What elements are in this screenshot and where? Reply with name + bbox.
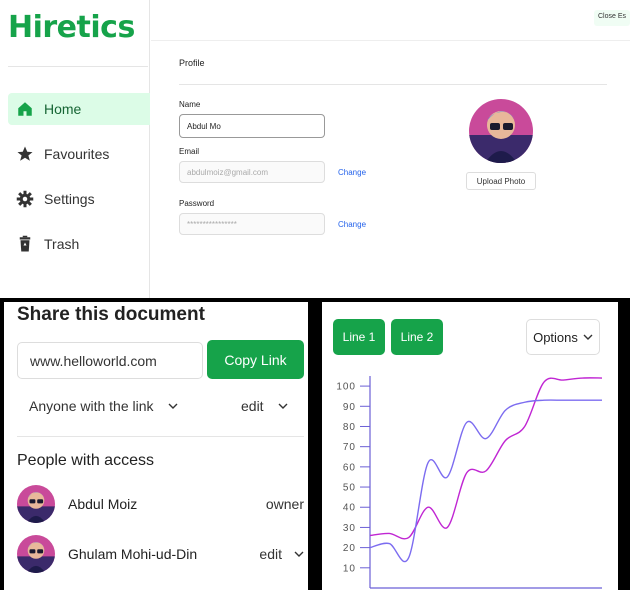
change-password-link[interactable]: Change [338, 220, 366, 229]
topbar-divider [151, 40, 630, 41]
composite-screenshot: Hiretics Home Favourites Settings Trash … [0, 0, 630, 590]
access-scope-dropdown[interactable]: Anyone with the link [29, 398, 178, 414]
line-1-button[interactable]: Line 1 [333, 319, 385, 355]
name-label: Name [179, 100, 201, 109]
access-scope-label: Anyone with the link [29, 398, 154, 414]
profile-divider [179, 84, 607, 85]
options-label: Options [533, 329, 578, 345]
share-divider [17, 436, 304, 437]
profile-app: Hiretics Home Favourites Settings Trash … [0, 0, 630, 298]
avatar [17, 535, 55, 573]
options-dropdown[interactable]: Options [526, 319, 600, 355]
page-title: Profile [179, 58, 205, 68]
avatar [469, 99, 533, 163]
person-name: Abdul Moiz [68, 496, 138, 512]
y-tick-label: 60 [343, 462, 356, 473]
app-logo: Hiretics [8, 10, 135, 45]
line-2-button[interactable]: Line 2 [391, 319, 443, 355]
y-tick-label: 100 [336, 382, 356, 393]
share-url-input[interactable]: www.helloworld.com [17, 342, 203, 379]
star-icon [17, 146, 33, 161]
sidebar-divider [8, 66, 148, 67]
avatar [17, 485, 55, 523]
copy-link-button[interactable]: Copy Link [207, 340, 304, 379]
person-name: Ghulam Mohi-ud-Din [68, 546, 198, 562]
chevron-down-icon [583, 334, 593, 340]
person-role: owner [266, 496, 304, 512]
sidebar-item-home[interactable]: Home [8, 93, 150, 125]
sidebar-item-label: Home [44, 101, 82, 117]
series-line-1 [369, 377, 603, 540]
sidebar-item-label: Trash [44, 236, 80, 252]
chevron-down-icon [278, 403, 288, 409]
share-title: Share this document [17, 304, 205, 325]
people-title: People with access [17, 452, 154, 469]
role-label: owner [265, 496, 304, 512]
name-field[interactable]: Abdul Mo [179, 114, 325, 138]
role-label: edit [259, 546, 282, 562]
y-tick-label: 50 [343, 483, 356, 494]
y-tick-label: 30 [343, 523, 356, 534]
y-tick-label: 80 [343, 422, 356, 433]
line-chart: 10 20 30 40 50 60 70 80 90 100 [336, 376, 603, 589]
share-dialog: Share this document www.helloworld.com C… [4, 302, 308, 590]
email-field[interactable]: abdulmoiz@gmail.com [179, 161, 325, 183]
email-label: Email [179, 147, 200, 156]
series-line-2 [369, 399, 602, 563]
password-label: Password [179, 199, 215, 208]
role-dropdown[interactable]: edit [259, 546, 304, 562]
close-button[interactable]: Close Es [594, 10, 630, 26]
sidebar-item-label: Favourites [44, 146, 110, 162]
chart-panel: Line 1 Line 2 Options 10 20 30 40 50 60 70 80 90… [322, 302, 618, 590]
chevron-down-icon [168, 403, 178, 409]
list-item: Abdul Moiz owner [17, 484, 304, 524]
access-level-label: edit [241, 398, 264, 414]
access-level-dropdown[interactable]: edit [241, 398, 288, 414]
sidebar-item-settings[interactable]: Settings [8, 183, 150, 215]
trash-icon [19, 235, 31, 252]
y-tick-label: 40 [343, 503, 356, 514]
list-item: Ghulam Mohi-ud-Din edit [17, 534, 304, 574]
sidebar-item-trash[interactable]: Trash [8, 228, 150, 260]
y-tick-label: 10 [343, 563, 356, 574]
password-field[interactable]: **************** [179, 213, 325, 235]
sidebar: Hiretics Home Favourites Settings Trash [0, 0, 150, 298]
upload-photo-button[interactable]: Upload Photo [466, 172, 536, 190]
sidebar-item-favourites[interactable]: Favourites [8, 138, 150, 170]
home-icon [18, 102, 32, 116]
gear-icon [16, 190, 34, 208]
chevron-down-icon [294, 551, 304, 557]
sidebar-item-label: Settings [44, 191, 95, 207]
change-email-link[interactable]: Change [338, 168, 366, 177]
y-tick-label: 70 [343, 442, 356, 453]
y-tick-label: 20 [343, 543, 356, 554]
y-tick-label: 90 [343, 402, 356, 413]
